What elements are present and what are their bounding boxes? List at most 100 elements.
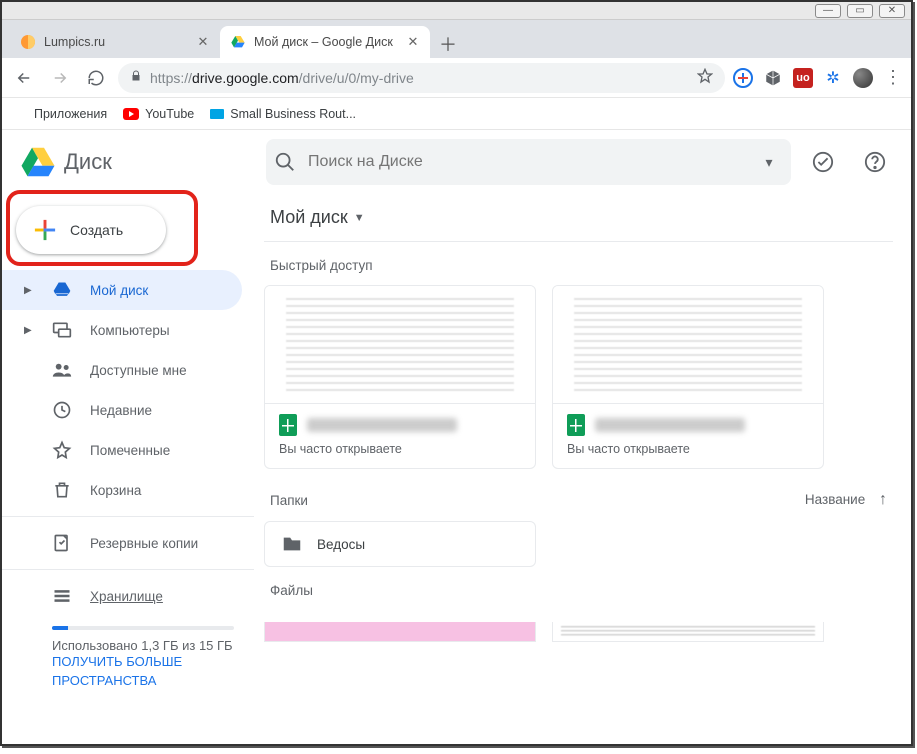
- folder-name: Ведосы: [317, 537, 365, 552]
- breadcrumb-label: Мой диск: [270, 207, 348, 228]
- nav-label: Доступные мне: [90, 363, 187, 378]
- sheets-icon: [279, 414, 297, 436]
- tab-close-icon[interactable]: ✕: [406, 35, 420, 49]
- sidebar-item-starred[interactable]: Помеченные: [2, 430, 242, 470]
- sidebar-item-my-drive[interactable]: ▶ Мой диск: [2, 270, 242, 310]
- extension-icon[interactable]: ✲: [823, 68, 843, 88]
- drive-favicon-icon: [230, 34, 246, 50]
- storage-icon: [52, 586, 72, 606]
- profile-avatar[interactable]: [853, 68, 873, 88]
- sidebar-item-backups[interactable]: Резервные копии: [2, 523, 242, 563]
- nav-label: Недавние: [90, 403, 152, 418]
- folders-heading: Папки: [270, 493, 308, 508]
- extension-icons: uo ✲ ⋮: [733, 68, 903, 88]
- storage-used-label: Использовано 1,3 ГБ из 15 ГБ: [52, 638, 234, 653]
- sidebar-item-shared[interactable]: Доступные мне: [2, 350, 242, 390]
- apps-shortcut[interactable]: Приложения: [12, 106, 107, 122]
- address-bar[interactable]: https://drive.google.com/drive/u/0/my-dr…: [118, 63, 725, 93]
- divider: [2, 569, 254, 570]
- ublock-icon[interactable]: uo: [793, 68, 813, 88]
- file-thumbnail[interactable]: [552, 622, 824, 642]
- create-button[interactable]: Создать: [16, 206, 166, 254]
- browser-tab[interactable]: Мой диск – Google Диск ✕: [220, 26, 430, 58]
- breadcrumb[interactable]: Мой диск ▼: [264, 194, 893, 242]
- lock-icon: [130, 69, 142, 86]
- drive-logo[interactable]: Диск: [20, 146, 254, 178]
- window-maximize-button[interactable]: ▭: [847, 4, 873, 18]
- nav-label: Резервные копии: [90, 536, 198, 551]
- drive-app: Диск ▾: [2, 130, 911, 744]
- forward-button: [46, 64, 74, 92]
- tab-title: Lumpics.ru: [44, 35, 105, 49]
- nav-label: Помеченные: [90, 443, 170, 458]
- favicon-icon: [20, 34, 36, 50]
- extension-icon[interactable]: [763, 68, 783, 88]
- file-thumbnail: [553, 286, 823, 404]
- tab-close-icon[interactable]: ✕: [196, 35, 210, 49]
- youtube-icon: [123, 108, 139, 120]
- bookmark-star-icon[interactable]: [697, 68, 713, 87]
- bookmark-label: Small Business Rout...: [230, 107, 356, 121]
- sidebar-item-computers[interactable]: ▶ Компьютеры: [2, 310, 242, 350]
- browser-tabs: Lumpics.ru ✕ Мой диск – Google Диск ✕ ＋: [2, 20, 911, 58]
- quick-access-card[interactable]: Вы часто открываете: [264, 285, 536, 469]
- sheets-icon: [567, 414, 585, 436]
- tab-title: Мой диск – Google Диск: [254, 35, 393, 49]
- expand-icon[interactable]: ▶: [24, 285, 34, 296]
- app-header: Диск ▾: [2, 130, 911, 194]
- folder-item[interactable]: Ведосы: [264, 521, 536, 567]
- sidebar: Создать ▶ Мой диск ▶ Компьютеры: [2, 130, 254, 744]
- url-text: https://drive.google.com/drive/u/0/my-dr…: [150, 70, 414, 86]
- help-icon[interactable]: [855, 142, 895, 182]
- sidebar-item-recent[interactable]: Недавние: [2, 390, 242, 430]
- storage-info: Использовано 1,3 ГБ из 15 ГБ ПОЛУЧИТЬ БО…: [2, 616, 254, 691]
- sidebar-item-storage[interactable]: Хранилище: [2, 576, 242, 616]
- search-icon: [274, 151, 296, 173]
- nav-list: ▶ Мой диск ▶ Компьютеры Доступные мне: [2, 270, 254, 510]
- file-thumbnail[interactable]: [264, 622, 536, 642]
- sort-direction-icon[interactable]: ↑: [879, 491, 887, 508]
- upgrade-storage-link[interactable]: ПОЛУЧИТЬ БОЛЬШЕ ПРОСТРАНСТВА: [52, 653, 234, 691]
- shared-icon: [52, 360, 72, 380]
- window-titlebar: — ▭ ✕: [2, 2, 911, 20]
- search-bar[interactable]: ▾: [266, 139, 791, 185]
- nav-label: Мой диск: [90, 283, 148, 298]
- storage-progress: [52, 626, 234, 630]
- bookmark-favicon-icon: [210, 109, 224, 119]
- card-subtitle: Вы часто открываете: [279, 442, 521, 456]
- search-options-dropdown[interactable]: ▾: [755, 148, 783, 176]
- nav-label: Хранилище: [90, 589, 163, 604]
- app-title: Диск: [64, 149, 112, 175]
- ready-offline-icon[interactable]: [803, 142, 843, 182]
- bookmarks-bar: Приложения YouTube Small Business Rout..…: [2, 98, 911, 130]
- apps-label: Приложения: [34, 107, 107, 121]
- window-minimize-button[interactable]: —: [815, 4, 841, 18]
- reload-button[interactable]: [82, 64, 110, 92]
- new-tab-button[interactable]: ＋: [434, 30, 462, 58]
- window-close-button[interactable]: ✕: [879, 4, 905, 18]
- extension-icon[interactable]: [733, 68, 753, 88]
- search-input[interactable]: [306, 152, 745, 172]
- create-label: Создать: [70, 222, 123, 238]
- browser-toolbar: https://drive.google.com/drive/u/0/my-dr…: [2, 58, 911, 98]
- nav-label: Компьютеры: [90, 323, 170, 338]
- drive-logo-icon: [20, 146, 56, 178]
- sidebar-item-trash[interactable]: Корзина: [2, 470, 242, 510]
- browser-menu-icon[interactable]: ⋮: [883, 68, 903, 88]
- files-heading: Файлы: [264, 567, 893, 610]
- bookmark-label: YouTube: [145, 107, 194, 121]
- expand-icon[interactable]: ▶: [24, 325, 34, 336]
- browser-tab[interactable]: Lumpics.ru ✕: [10, 26, 220, 58]
- file-title-redacted: [307, 418, 457, 432]
- bookmark-item[interactable]: Small Business Rout...: [210, 107, 356, 121]
- file-title-redacted: [595, 418, 745, 432]
- quick-access-card[interactable]: Вы часто открываете: [552, 285, 824, 469]
- divider: [2, 516, 254, 517]
- sort-label[interactable]: Название: [805, 492, 865, 507]
- backups-icon: [52, 533, 72, 553]
- chevron-down-icon: ▼: [354, 212, 365, 224]
- back-button[interactable]: [10, 64, 38, 92]
- nav-label: Корзина: [90, 483, 141, 498]
- bookmark-item[interactable]: YouTube: [123, 107, 194, 121]
- os-window: — ▭ ✕ Lumpics.ru ✕ Мой диск – Google Дис…: [0, 0, 913, 746]
